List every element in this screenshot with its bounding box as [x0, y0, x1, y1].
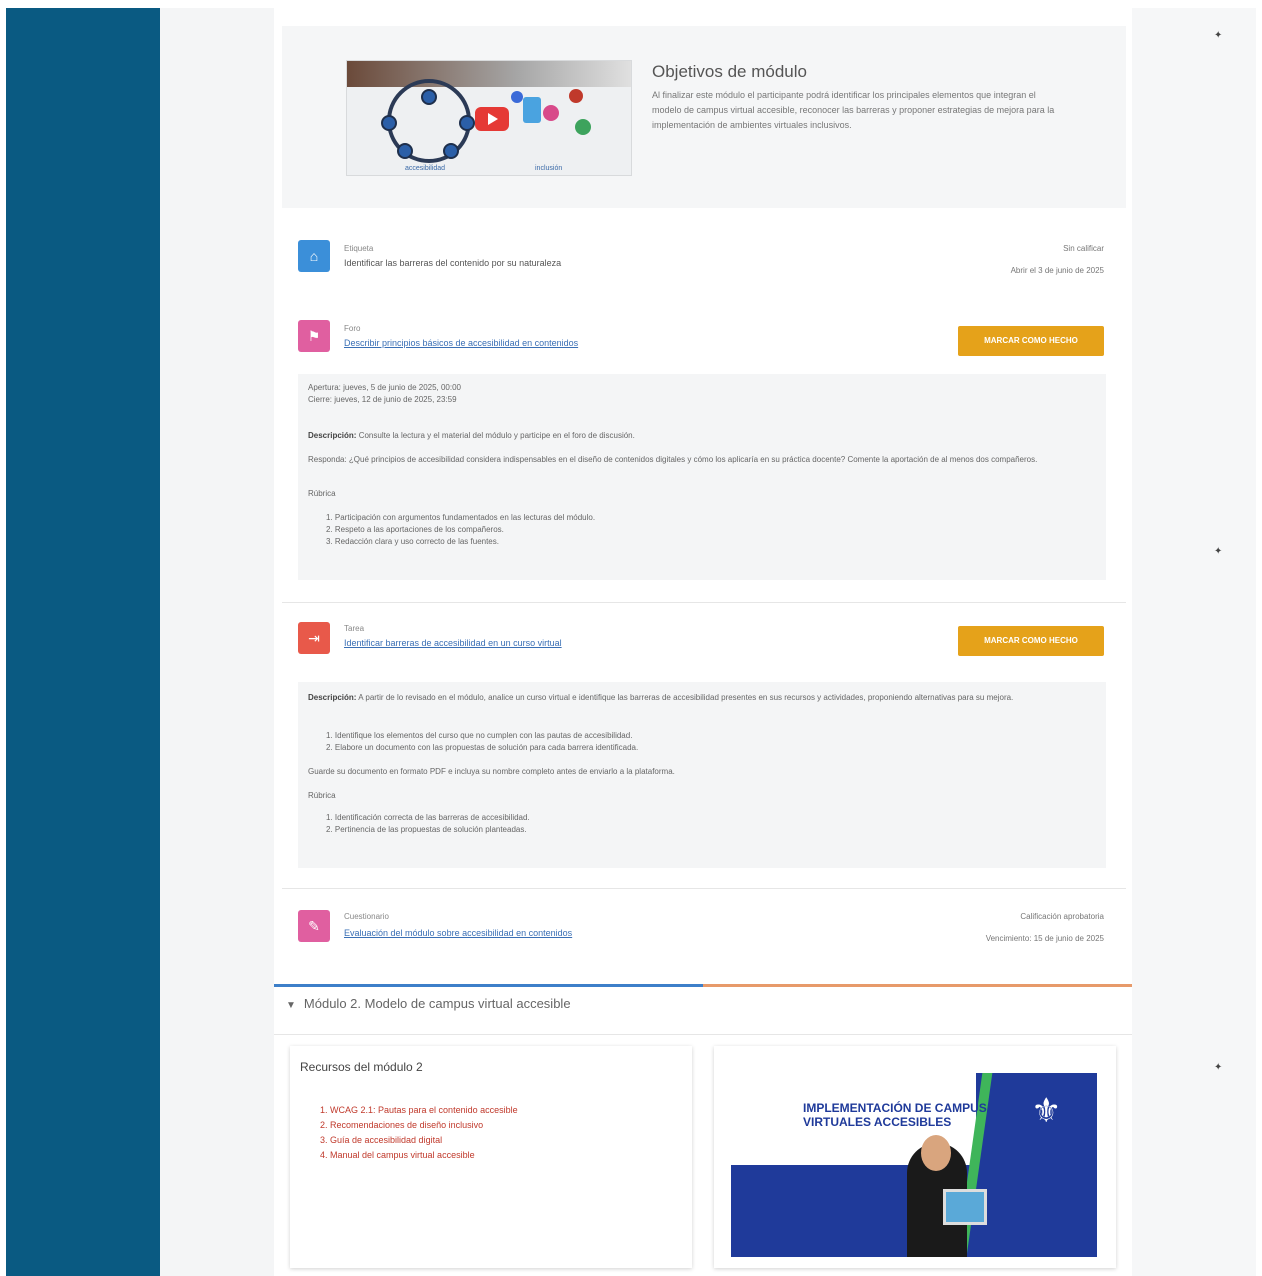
resources-list: 1. WCAG 2.1: Pautas para el contenido ac… — [320, 1103, 518, 1163]
resource-link[interactable]: 4. Manual del campus virtual accesible — [320, 1148, 518, 1163]
resource-link[interactable]: 2. Recomendaciones de diseño inclusivo — [320, 1118, 518, 1133]
activity-type: Foro — [344, 324, 361, 333]
resource-link[interactable]: 1. WCAG 2.1: Pautas para el contenido ac… — [320, 1103, 518, 1118]
activity-meta: Sin calificar — [1063, 244, 1104, 253]
resources-card-title: Recursos del módulo 2 — [300, 1060, 423, 1074]
star-icon[interactable]: ✦ — [1214, 30, 1222, 41]
desc-label: Descripción: — [308, 693, 357, 702]
activity-title[interactable]: Identificar las barreras del contenido p… — [344, 258, 561, 268]
activity-link[interactable]: Describir principios básicos de accesibi… — [344, 338, 578, 348]
activity-description: Apertura: jueves, 5 de junio de 2025, 00… — [298, 374, 1106, 580]
module-2-title: Módulo 2. Modelo de campus virtual acces… — [303, 996, 571, 1011]
banner-title-line2: VIRTUALES ACCESIBLES — [803, 1115, 952, 1129]
divider — [274, 1034, 1132, 1035]
course-sidebar — [6, 8, 160, 1276]
activity-type: Etiqueta — [344, 244, 374, 253]
activity-link[interactable]: Evaluación del módulo sobre accesibilida… — [344, 928, 572, 938]
resource-link[interactable]: 3. Guía de accesibilidad digital — [320, 1133, 518, 1148]
module-2-header[interactable]: ▼ Módulo 2. Modelo de campus virtual acce… — [286, 996, 571, 1011]
rubric-label: Rúbrica — [308, 489, 336, 498]
desc-main: Consulte la lectura y el material del mó… — [358, 431, 635, 440]
star-icon[interactable]: ✦ — [1214, 546, 1222, 557]
step-item: 2. Elabore un documento con las propuest… — [326, 743, 639, 752]
banner-title-line1: IMPLEMENTACIÓN DE CAMPUS — [803, 1101, 987, 1115]
university-logo-icon: ⚜ — [1031, 1092, 1062, 1130]
video-caption-left: accesibilidad — [405, 165, 446, 172]
forum-icon: ⚑ — [298, 320, 330, 352]
step-item: 1. Identifique los elementos del curso q… — [326, 731, 633, 740]
rubric-item: 2. Respeto a las aportaciones de los com… — [326, 525, 504, 534]
mark-done-button[interactable]: MARCAR COMO HECHO — [958, 326, 1104, 356]
rubric-item: 1. Identificación correcta de las barrer… — [326, 813, 530, 822]
video-thumbnail[interactable]: accesibilidad inclusión — [346, 60, 632, 176]
module-objectives-text: Al finalizar este módulo el participante… — [652, 90, 1055, 130]
mark-done-button[interactable]: MARCAR COMO HECHO — [958, 626, 1104, 656]
activity-meta: Abrir el 3 de junio de 2025 — [1010, 266, 1104, 275]
assignment-icon: ⇥ — [298, 622, 330, 654]
desc-note: Guarde su documento en formato PDF e inc… — [308, 767, 675, 776]
star-icon[interactable]: ✦ — [1214, 1062, 1222, 1073]
rubric-item: 1. Participación con argumentos fundamen… — [326, 513, 596, 522]
activity-description: Descripción: A partir de lo revisado en … — [298, 682, 1106, 868]
module-objectives-title: Objetivos de módulo — [652, 62, 807, 81]
rubric-item: 3. Redacción clara y uso correcto de las… — [326, 537, 499, 546]
rubric-label: Rúbrica — [308, 791, 336, 800]
label-icon: ⌂ — [298, 240, 330, 272]
right-pane — [1132, 8, 1256, 1276]
desc-label: Descripción: — [308, 431, 357, 440]
activity-link[interactable]: Identificar barreras de accesibilidad en… — [344, 638, 562, 648]
activity-type: Cuestionario — [344, 912, 389, 921]
close-date: Cierre: jueves, 12 de junio de 2025, 23:… — [308, 395, 457, 404]
desc-main: A partir de lo revisado en el módulo, an… — [358, 693, 1014, 702]
activity-type: Tarea — [344, 624, 365, 633]
module-progress-bar — [274, 984, 1132, 987]
divider — [282, 602, 1126, 603]
activity-meta: Vencimiento: 15 de junio de 2025 — [985, 934, 1104, 943]
activity-meta: Calificación aprobatoria — [1020, 912, 1104, 921]
rubric-item: 2. Pertinencia de las propuestas de solu… — [326, 825, 527, 834]
video-caption-right: inclusión — [535, 165, 563, 172]
course-banner-image: IMPLEMENTACIÓN DE CAMPUS VIRTUALES ACCESI… — [731, 1073, 1097, 1257]
chevron-down-icon[interactable]: ▼ — [286, 1000, 296, 1011]
quiz-icon: ✎ — [298, 910, 330, 942]
open-date: Apertura: jueves, 5 de junio de 2025, 00… — [308, 383, 461, 392]
divider — [282, 888, 1126, 889]
desc-body: Responda: ¿Qué principios de accesibilid… — [308, 455, 1038, 464]
play-icon[interactable] — [475, 107, 509, 131]
